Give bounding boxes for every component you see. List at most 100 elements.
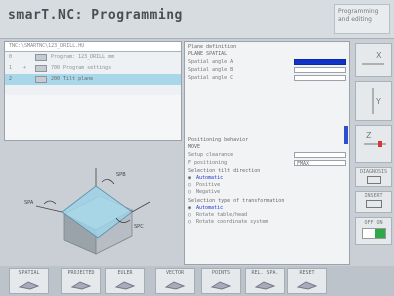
field-label: F positioning	[188, 160, 228, 166]
app-title: smarT.NC: Programming	[8, 8, 183, 23]
tree-row-number: 1	[9, 65, 13, 71]
softkey-rel-spa[interactable]: REL. SPA.	[245, 268, 285, 294]
tree-row-number: 2	[9, 76, 13, 82]
tree-empty-area	[5, 95, 181, 140]
program-tree-panel: TNC:\SMARTNC\123_DRILL.HU 0 Program: 123…	[4, 41, 182, 141]
plane-definition-title: Plane definition	[188, 44, 237, 50]
softkey-projected[interactable]: PROJECTED	[61, 268, 101, 294]
form-spacer	[185, 82, 349, 137]
toggle-switch-icon	[361, 228, 386, 239]
tilt-negative-option[interactable]: ○ Negative	[185, 189, 349, 196]
mode-line-1: Programming	[338, 8, 379, 15]
diagnosis-icon	[366, 176, 381, 184]
form-scrollbar[interactable]	[344, 126, 348, 144]
bottom-softkey-bar: SPATIAL PROJECTED EULER VECTOR POINTS RE…	[0, 266, 394, 296]
header-bar: smarT.NC: Programming Programming and ed…	[0, 0, 394, 39]
softkey-label: VECTOR	[165, 270, 185, 276]
option-label: Rotate coordinate system	[196, 219, 269, 225]
field-label: Spatial angle B	[188, 67, 234, 73]
softkey-vector[interactable]: VECTOR	[155, 268, 195, 294]
softkey-reset[interactable]: RESET	[287, 268, 327, 294]
softkey-label: POINTS	[211, 270, 231, 276]
toggle-on-indicator	[374, 229, 385, 238]
tree-row-tilt-plane[interactable]: 2 200 Tilt plane	[5, 74, 181, 85]
spatial-angle-a-row: Spatial angle A	[185, 58, 349, 66]
svg-text:SPA: SPA	[24, 200, 34, 206]
option-label: Rotate table/head	[196, 212, 248, 218]
settings-icon	[35, 65, 47, 72]
points-icon	[210, 281, 232, 290]
softkey-insert[interactable]: INSERT	[355, 191, 392, 213]
rel-spa-icon	[254, 281, 276, 290]
radio-icon: ○	[188, 189, 192, 195]
tree-row-label: 200 Tilt plane	[51, 76, 94, 82]
softkey-diagnosis[interactable]: DIAGNOSIS	[355, 167, 392, 187]
mode-line-2: and editing	[338, 16, 372, 23]
spatial-angle-c-input[interactable]	[294, 75, 346, 81]
tilt-automatic-option[interactable]: ◉ Automatic	[185, 175, 349, 182]
option-label: Automatic	[196, 175, 224, 181]
softkey-label: REL. SPA.	[251, 270, 279, 276]
axis-y-icon: Y	[372, 88, 381, 114]
softkey-euler[interactable]: EULER	[105, 268, 145, 294]
mode-indicator[interactable]: Programming and editing	[334, 4, 390, 34]
reset-icon	[296, 281, 318, 290]
vector-icon	[164, 281, 186, 290]
setup-clearance-input[interactable]	[294, 152, 346, 158]
euler-icon	[114, 281, 136, 290]
insert-icon	[365, 200, 382, 208]
axis-x-icon: X	[362, 51, 384, 65]
field-label: Setup clearance	[188, 152, 234, 158]
tilted-plane-graphic-icon: SPA SPB SPC	[24, 168, 151, 255]
program-icon	[35, 54, 47, 61]
softkey-x[interactable]: X	[355, 43, 392, 77]
tree-row-number: 0	[9, 54, 13, 60]
expand-icon[interactable]: +	[23, 63, 26, 74]
radio-icon: ○	[188, 219, 192, 225]
screen: smarT.NC: Programming Programming and ed…	[0, 0, 394, 296]
softkey-z[interactable]: Z	[355, 125, 392, 163]
softkey-label: EULER	[117, 270, 133, 276]
setup-clearance-row: Setup clearance	[185, 151, 349, 159]
option-label: Positive	[196, 182, 221, 188]
spatial-angle-b-input[interactable]	[294, 67, 346, 73]
rotate-coordinate-option[interactable]: ○ Rotate coordinate system	[185, 219, 349, 226]
program-path: TNC:\SMARTNC\123_DRILL.HU	[5, 42, 181, 52]
tree-row-label: Program: 123_DRILL mm	[51, 54, 115, 60]
spatial-angle-c-row: Spatial angle C	[185, 74, 349, 82]
radio-icon: ○	[188, 182, 192, 188]
softkey-points[interactable]: POINTS	[201, 268, 241, 294]
spatial-angle-a-input[interactable]	[294, 59, 346, 65]
move-subtitle: MOVE	[188, 144, 201, 150]
softkey-label: OFF ON	[364, 220, 383, 226]
softkey-label: DIAGNOSIS	[359, 169, 388, 175]
axis-z-icon: Z	[364, 131, 386, 147]
tree-row-settings[interactable]: 1 + 700 Program settings	[5, 63, 181, 74]
softkey-toggle[interactable]: OFF ON	[355, 217, 392, 245]
f-positioning-input[interactable]: FMAX	[294, 160, 346, 167]
radio-icon: ◉	[188, 175, 192, 181]
field-label: Spatial angle C	[188, 75, 234, 81]
softkey-y[interactable]: Y	[355, 81, 392, 121]
transform-automatic-option[interactable]: ◉ Automatic	[185, 205, 349, 212]
tree-row-program[interactable]: 0 Program: 123_DRILL mm	[5, 52, 181, 63]
plane-spatial-subtitle: PLANE SPATIAL	[188, 51, 228, 57]
softkey-label: RESET	[299, 270, 315, 276]
softkey-label: PROJECTED	[67, 270, 95, 276]
tilt-positive-option[interactable]: ○ Positive	[185, 182, 349, 189]
svg-text:SPB: SPB	[116, 172, 126, 178]
softkey-label: X	[376, 51, 382, 60]
radio-icon: ◉	[188, 205, 192, 211]
tilt-direction-title: Selection tilt direction	[188, 168, 261, 174]
spatial-angle-b-row: Spatial angle B	[185, 66, 349, 74]
projected-icon	[70, 281, 92, 290]
tree-row-label: 700 Program settings	[51, 65, 112, 71]
softkey-spatial[interactable]: SPATIAL	[9, 268, 49, 294]
tilt-plane-icon	[35, 76, 47, 83]
positioning-title: Positioning behavior	[188, 137, 249, 143]
svg-text:SPC: SPC	[134, 224, 144, 230]
softkey-label: SPATIAL	[18, 270, 40, 276]
spatial-icon	[18, 281, 40, 290]
rotate-table-option[interactable]: ○ Rotate table/head	[185, 212, 349, 219]
radio-icon: ○	[188, 212, 192, 218]
